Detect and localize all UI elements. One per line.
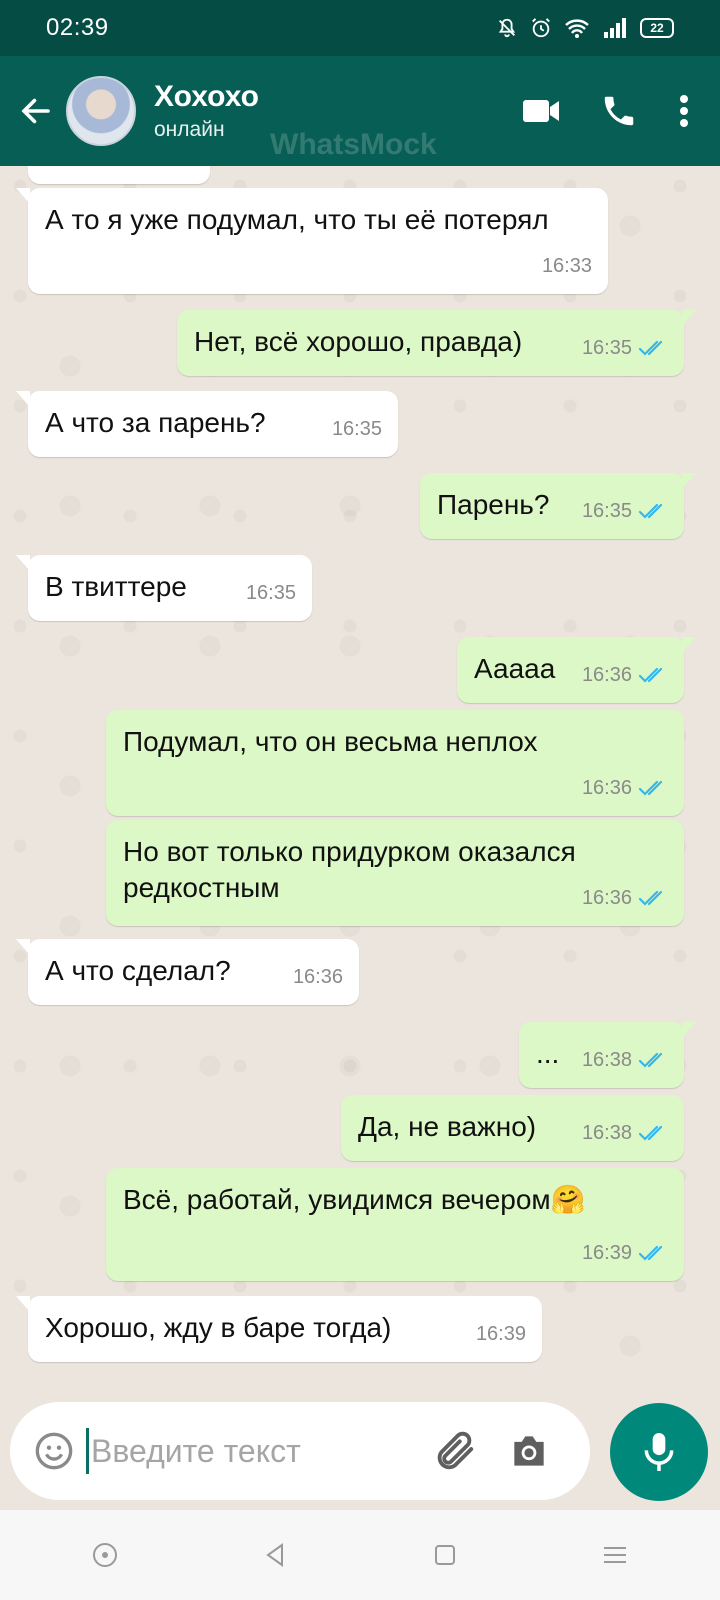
double-check-icon [638, 340, 663, 356]
message-meta: 16:35 [582, 330, 668, 366]
video-call-icon[interactable] [522, 96, 560, 126]
contact-name: Хохохо [154, 80, 259, 113]
assistant-icon[interactable] [90, 1540, 120, 1570]
incoming-message[interactable]: В твиттере 16:35 [16, 555, 312, 621]
message-time: 16:38 [581, 1049, 632, 1071]
message-time: 16:38 [581, 1122, 632, 1144]
microphone-icon [644, 1433, 674, 1471]
alarm-icon [532, 18, 550, 38]
message-meta: 16:36 [582, 657, 668, 693]
system-nav-bar [0, 1510, 720, 1600]
incoming-message[interactable]: 16:33 [28, 166, 210, 184]
message-meta: 16:35 [582, 493, 668, 529]
message-time: 16:36 [581, 887, 632, 909]
message-meta: 16:35 [246, 575, 296, 611]
header-actions [522, 92, 690, 130]
message-meta: 16:36 [582, 770, 668, 806]
message-meta: 16:38 [582, 1115, 668, 1151]
double-check-icon [638, 780, 663, 796]
message-meta: 16:39 [476, 1316, 526, 1352]
battery-indicator: 22 [640, 18, 674, 38]
avatar[interactable] [66, 76, 136, 146]
camera-icon[interactable] [507, 1429, 551, 1473]
message-time: 16:36 [581, 777, 632, 799]
mic-button[interactable] [610, 1403, 708, 1501]
message-time: 16:36 [581, 664, 632, 686]
message-meta: 16:39 [582, 1235, 668, 1271]
incoming-message[interactable]: А что за парень? 16:35 [16, 391, 398, 457]
mute-bell-icon [498, 18, 516, 38]
message-time: 16:36 [292, 966, 343, 988]
message-time: 16:35 [245, 582, 296, 604]
contact-status: онлайн [154, 118, 225, 141]
outgoing-message[interactable]: Подумал, что он весьма неплох 16:36 [106, 710, 684, 816]
back-button[interactable] [6, 56, 66, 166]
home-square-icon[interactable] [430, 1540, 460, 1570]
text-cursor [86, 1428, 89, 1474]
double-check-icon [638, 667, 663, 683]
outgoing-message[interactable]: Ааааа 16:36 [457, 637, 696, 703]
phone-icon[interactable] [600, 92, 638, 130]
message-meta: 16:36 [293, 959, 343, 995]
outgoing-message[interactable]: Нет, всё хорошо, правда) 16:35 [177, 310, 696, 376]
wifi-icon [565, 19, 589, 38]
back-triangle-icon[interactable] [260, 1540, 290, 1570]
message-text: Всё, работай, увидимся вечером🤗 [123, 1184, 586, 1215]
message-text: А что за парень? [45, 407, 266, 438]
arrow-left-icon [21, 98, 50, 124]
outgoing-message[interactable]: Да, не важно) 16:38 [341, 1095, 684, 1161]
more-vertical-icon[interactable] [678, 94, 690, 128]
message-time: 16:33 [144, 166, 194, 174]
message-meta: 16:36 [582, 880, 668, 916]
composer [10, 1402, 590, 1500]
outgoing-message[interactable]: Но вот только придурком оказался редкост… [106, 820, 684, 926]
incoming-message[interactable]: А то я уже подумал, что ты её потерял 16:… [16, 188, 608, 294]
outgoing-message[interactable]: ... 16:38 [519, 1022, 696, 1088]
status-icons: 22 [496, 17, 674, 39]
signal-icon [604, 18, 626, 38]
chat-area[interactable]: 16:33А то я уже подумал, что ты её потер… [0, 166, 720, 1388]
outgoing-message[interactable]: Парень? 16:35 [420, 473, 696, 539]
status-bar: 02:39 22 [0, 0, 720, 56]
contact-info[interactable]: Хохохо онлайн [154, 80, 522, 142]
message-time: 16:35 [331, 418, 382, 440]
outgoing-message[interactable]: Всё, работай, увидимся вечером🤗 16:39 [106, 1168, 684, 1281]
message-time: 16:33 [541, 255, 592, 277]
chat-header: Хохохо онлайн [0, 56, 720, 166]
message-text: А то я уже подумал, что ты её потерял [45, 204, 549, 235]
message-meta: 16:35 [332, 411, 382, 447]
message-text: Хорошо, жду в баре тогда) [45, 1312, 392, 1343]
double-check-icon [638, 1125, 663, 1141]
message-time: 16:35 [581, 337, 632, 359]
message-time: 16:39 [475, 1323, 526, 1345]
paperclip-icon[interactable] [431, 1428, 477, 1474]
double-check-icon [638, 503, 663, 519]
double-check-icon [638, 890, 663, 906]
double-check-icon [638, 1245, 663, 1261]
emoji-icon[interactable] [34, 1431, 74, 1471]
message-time: 16:39 [581, 1242, 632, 1264]
status-time: 02:39 [46, 14, 109, 41]
message-meta: 16:38 [582, 1042, 668, 1078]
message-text: Подумал, что он весьма неплох [123, 726, 538, 757]
recents-menu-icon[interactable] [600, 1540, 630, 1570]
incoming-message[interactable]: А что сделал? 16:36 [16, 939, 359, 1005]
incoming-message[interactable]: Хорошо, жду в баре тогда) 16:39 [16, 1296, 542, 1362]
message-input[interactable] [91, 1432, 421, 1470]
double-check-icon [638, 1052, 663, 1068]
message-time: 16:35 [581, 500, 632, 522]
message-meta: 16:33 [542, 248, 592, 284]
message-meta: 16:33 [144, 166, 194, 174]
